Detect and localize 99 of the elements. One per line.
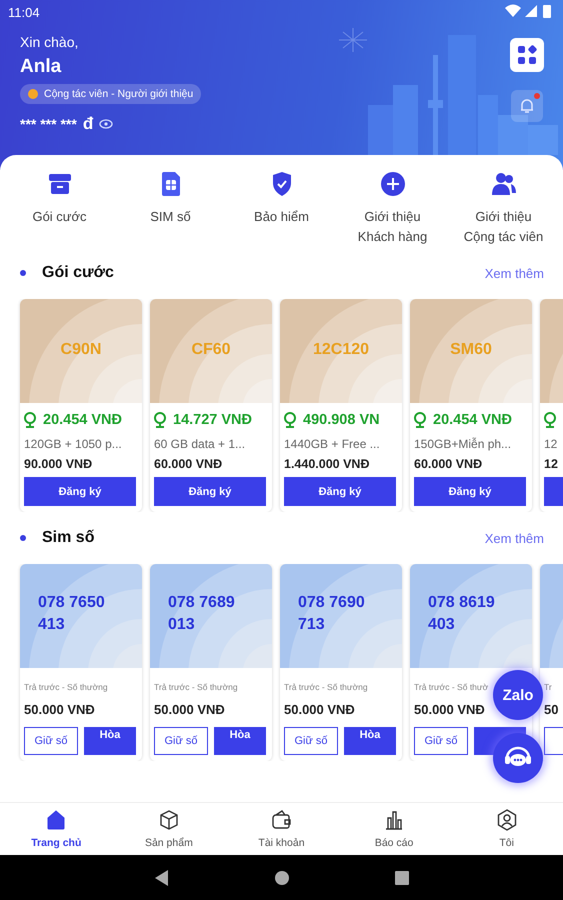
quick-menu-label: Bảo hiểm xyxy=(254,208,309,226)
plan-card[interactable]: 12 12 xyxy=(540,299,563,512)
plan-code: C90N xyxy=(60,341,102,359)
sim-price: 50 xyxy=(544,702,560,717)
coin-icon xyxy=(414,412,426,428)
hold-number-button[interactable]: Giữ số xyxy=(154,727,208,755)
phone-number: 078 7690 713 xyxy=(298,593,365,635)
phone-number: 078 8619 403 xyxy=(428,593,495,635)
recents-icon[interactable] xyxy=(394,870,408,884)
notification-button[interactable] xyxy=(511,90,543,122)
plan-description: 120GB + 1050 p... xyxy=(24,437,123,451)
box-icon xyxy=(46,171,72,197)
plan-card[interactable]: CF60 14.727 VNĐ 60 GB data + 1... 60.000 VNĐ Đăng ký xyxy=(150,299,272,512)
plan-code: 12C120 xyxy=(312,341,370,359)
phone-number: 078 7689 013 xyxy=(168,593,235,635)
quick-menu-label: Gói cước xyxy=(32,208,87,226)
register-button[interactable]: Đăng ký xyxy=(154,477,266,506)
nav-tab[interactable]: Tài khoản xyxy=(225,803,338,855)
sim-card[interactable]: Tr 50 xyxy=(540,564,563,761)
commission-amount: 490.908 VN xyxy=(303,412,380,428)
plan-card[interactable]: 12C120 490.908 VN 1440GB + Free ... 1.440.000 VNĐ Đăng ký xyxy=(280,299,402,512)
register-button[interactable]: Đăng ký xyxy=(284,477,396,506)
home-icon[interactable] xyxy=(274,870,288,884)
sim-type: Trả trước - Số thường xyxy=(154,682,239,692)
see-more-link[interactable]: Xem thêm xyxy=(484,266,544,280)
hold-number-button[interactable]: Giữ số xyxy=(414,727,468,755)
sim-card[interactable]: 078 7689 013 Trả trước - Số thường 50.000 VNĐ Giữ số Hòa xyxy=(150,564,272,761)
plan-price: 60.000 VNĐ xyxy=(154,457,224,471)
coin-icon xyxy=(284,412,296,428)
nav-tab[interactable]: Trang chủ xyxy=(0,803,113,855)
nav-tab[interactable]: Sản phẩm xyxy=(112,803,226,855)
balance-text: *** *** *** xyxy=(20,116,77,132)
sim-type: Tr xyxy=(544,682,553,692)
quick-menu-item[interactable]: Giới thiệu Cộng tác viên xyxy=(451,171,556,247)
currency-text: đ xyxy=(82,114,94,134)
wallet-icon xyxy=(270,809,292,831)
hold-number-button[interactable]: Giữ số xyxy=(284,727,338,755)
quick-menu-label: Giới thiệu Cộng tác viên xyxy=(464,208,544,246)
apps-icon xyxy=(517,45,537,65)
sim-card[interactable]: 078 7690 713 Trả trước - Số thường 50.000 VNĐ Giữ số Hòa xyxy=(280,564,402,761)
sim-price: 50.000 VNĐ xyxy=(24,702,96,717)
plus-circle-icon xyxy=(380,171,406,197)
quick-menu-label: Giới thiệu Khách hàng xyxy=(358,208,428,246)
quick-menu-item[interactable]: SIM số xyxy=(118,171,223,247)
users-icon xyxy=(490,171,516,197)
sim-price: 50.000 VNĐ xyxy=(284,702,356,717)
plan-price: 1.440.000 VNĐ xyxy=(284,457,370,471)
plan-card[interactable]: C90N 20.454 VNĐ 120GB + 1050 p... 90.000 VNĐ Đăng ký xyxy=(20,299,142,512)
sim-price: 50.000 VNĐ xyxy=(414,702,486,717)
plan-price: 90.000 VNĐ xyxy=(24,457,94,471)
apps-button[interactable] xyxy=(510,38,544,72)
status-time: 11:04 xyxy=(8,4,40,20)
greeting-text: Xin chào, xyxy=(20,34,80,50)
activate-button[interactable]: Hòa xyxy=(214,727,266,755)
sim-type: Trả trước - Số thường xyxy=(284,682,369,692)
plan-price: 12 xyxy=(544,457,559,471)
user-icon xyxy=(496,809,518,831)
user-name: Anla xyxy=(20,56,62,78)
activate-button[interactable]: Hòa xyxy=(84,727,136,755)
role-badge: Cộng tác viên - Người giới thiệu xyxy=(20,84,202,104)
eye-icon[interactable] xyxy=(99,119,114,129)
plan-code: SM60 xyxy=(449,341,493,359)
register-button[interactable]: Đăng ký xyxy=(24,477,136,506)
plan-description: 1440GB + Free ... xyxy=(284,437,381,451)
section-title: Sim số xyxy=(42,529,96,547)
commission-amount: 14.727 VNĐ xyxy=(173,412,252,428)
quick-menu-label: SIM số xyxy=(150,208,191,226)
sim-type: Trả trước - Số thườ xyxy=(414,682,490,692)
plan-description: 150GB+Miễn ph... xyxy=(414,437,512,451)
sim-type: Trả trước - Số thường xyxy=(24,682,109,692)
support-chat-button[interactable] xyxy=(493,733,543,783)
medal-icon xyxy=(28,89,38,99)
nav-tab[interactable]: Tôi xyxy=(450,803,563,855)
register-button[interactable]: Đăng ký xyxy=(414,477,526,506)
back-icon[interactable] xyxy=(154,870,168,886)
commission-amount: 20.454 VNĐ xyxy=(43,412,122,428)
plan-card[interactable]: SM60 20.454 VNĐ 150GB+Miễn ph... 60.000 VNĐ Đăng ký xyxy=(410,299,532,512)
coin-icon xyxy=(24,412,36,428)
plan-code: CF60 xyxy=(190,341,232,359)
quick-menu-item[interactable]: Giới thiệu Khách hàng xyxy=(340,171,445,247)
plan-description: 60 GB data + 1... xyxy=(154,437,246,451)
quick-menu-item[interactable]: Bảo hiểm xyxy=(229,171,334,247)
nav-tab[interactable]: Báo cáo xyxy=(338,803,450,855)
section-title: Gói cước xyxy=(42,264,115,282)
sim-card[interactable]: 078 7650 413 Trả trước - Số thường 50.000 VNĐ Giữ số Hòa xyxy=(20,564,142,761)
see-more-link[interactable]: Xem thêm xyxy=(484,530,544,546)
bell-icon xyxy=(518,97,536,115)
activate-button[interactable]: Hòa xyxy=(344,727,396,755)
quick-menu-item[interactable]: Gói cước xyxy=(7,171,112,247)
box-icon xyxy=(158,809,180,831)
phone-number: 078 7650 413 xyxy=(38,593,105,635)
coin-icon xyxy=(544,412,556,428)
commission-amount: 20.454 VNĐ xyxy=(433,412,512,428)
plan-description: 12 xyxy=(544,437,558,451)
hold-number-button[interactable]: Giữ số xyxy=(24,727,78,755)
home-icon xyxy=(45,809,68,831)
sim-price: 50.000 VNĐ xyxy=(154,702,226,717)
coin-icon xyxy=(154,412,166,428)
plan-price: 60.000 VNĐ xyxy=(414,457,484,471)
